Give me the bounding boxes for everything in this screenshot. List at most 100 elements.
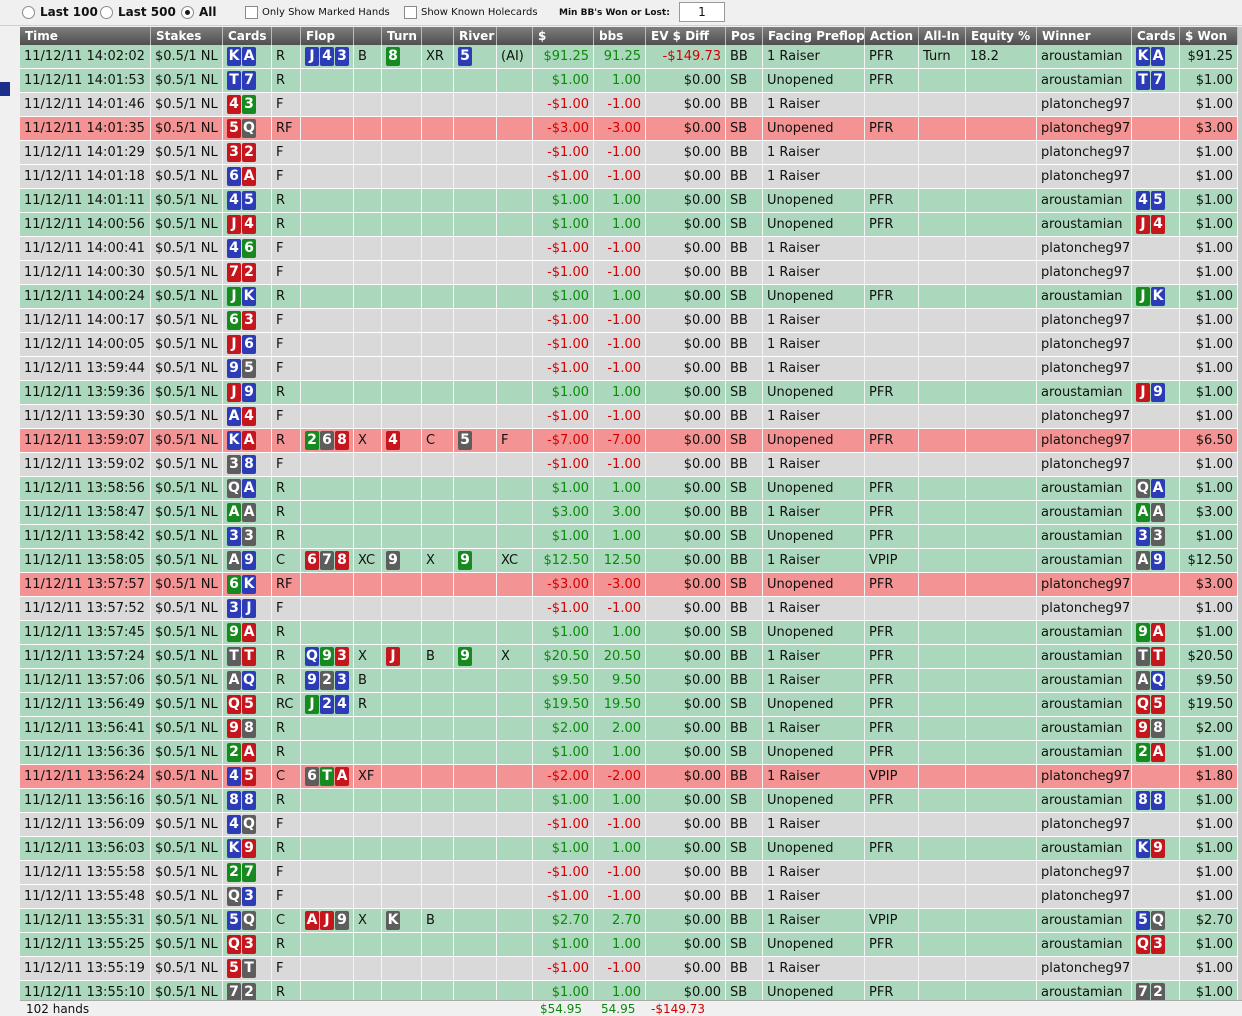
table-row[interactable]: 11/12/11 14:00:24 $0.5/1 NL J K R $1.00 1.00 $0… bbox=[20, 285, 1242, 309]
cell-facing-preflop: Unopened bbox=[763, 693, 865, 716]
playing-card: 3 bbox=[1151, 527, 1165, 546]
column-header-flop-cards[interactable]: Flop bbox=[301, 27, 354, 45]
table-row[interactable]: 11/12/11 13:56:49 $0.5/1 NL Q 5 RC J 2 4 R $19.50… bbox=[20, 693, 1242, 717]
column-header-turn-action[interactable] bbox=[422, 27, 454, 45]
table-row[interactable]: 11/12/11 13:56:41 $0.5/1 NL 9 8 R $2.00 2.00 $0… bbox=[20, 717, 1242, 741]
table-row[interactable]: 11/12/11 13:58:05 $0.5/1 NL A 9 C 6 7 8 XC 9 X 9 XC $… bbox=[20, 549, 1242, 573]
table-row[interactable]: 11/12/11 13:57:24 $0.5/1 NL T T R Q 9 3 X J B 9 X $20… bbox=[20, 645, 1242, 669]
table-row[interactable]: 11/12/11 14:00:30 $0.5/1 NL 7 2 F -$1.00 -1.00… bbox=[20, 261, 1242, 285]
cell-ev-diff: $0.00 bbox=[646, 957, 726, 980]
cell-preflop-action: C bbox=[272, 549, 301, 572]
column-header-facing-preflop[interactable]: Facing Preflop bbox=[763, 27, 865, 45]
column-header-bbs[interactable]: bbs bbox=[594, 27, 646, 45]
column-header-hole-cards[interactable]: Cards bbox=[223, 27, 272, 45]
cell-all-in bbox=[919, 357, 966, 380]
table-row[interactable]: 11/12/11 13:55:25 $0.5/1 NL Q 3 R $1.00 1.00 $0… bbox=[20, 933, 1242, 957]
table-row[interactable]: 11/12/11 14:01:18 $0.5/1 NL 6 A F -$1.00 -1.00… bbox=[20, 165, 1242, 189]
table-row[interactable]: 11/12/11 13:57:45 $0.5/1 NL 9 A R $1.00 1.00 $0… bbox=[20, 621, 1242, 645]
cell-action bbox=[865, 261, 919, 284]
table-row[interactable]: 11/12/11 14:02:02 $0.5/1 NL K A R J 4 3 B 8 XR 5 (AI… bbox=[20, 45, 1242, 69]
column-header-flop-action[interactable] bbox=[354, 27, 382, 45]
vertical-scrollbar[interactable] bbox=[1238, 27, 1242, 1000]
table-row[interactable]: 11/12/11 13:56:03 $0.5/1 NL K 9 R $1.00 1.00 $0… bbox=[20, 837, 1242, 861]
known-holecards-checkbox[interactable] bbox=[404, 6, 417, 19]
table-row[interactable]: 11/12/11 14:01:35 $0.5/1 NL 5 Q RF -$3.00 -3.0… bbox=[20, 117, 1242, 141]
playing-card: 7 bbox=[227, 263, 241, 282]
last-100-radio[interactable] bbox=[22, 6, 35, 19]
last-500-radio[interactable] bbox=[100, 6, 113, 19]
cell-hole-cards: 45 bbox=[223, 765, 272, 788]
table-row[interactable]: 11/12/11 14:01:11 $0.5/1 NL 4 5 R $1.00 1.00 $0… bbox=[20, 189, 1242, 213]
column-header-ev-diff[interactable]: EV $ Diff bbox=[646, 27, 726, 45]
cell-flop-cards bbox=[301, 93, 354, 116]
table-row[interactable]: 11/12/11 13:56:24 $0.5/1 NL 4 5 C 6 T A XF -$2.00… bbox=[20, 765, 1242, 789]
column-header-equity[interactable]: Equity % bbox=[966, 27, 1037, 45]
playing-card: 8 bbox=[1136, 791, 1150, 810]
column-header-all-in[interactable]: All-In bbox=[919, 27, 966, 45]
playing-card: 3 bbox=[242, 935, 256, 954]
column-header-turn-card[interactable]: Turn bbox=[382, 27, 422, 45]
column-header-river-action[interactable] bbox=[497, 27, 533, 45]
table-row[interactable]: 11/12/11 14:01:46 $0.5/1 NL 4 3 F -$1.00 -1.00… bbox=[20, 93, 1242, 117]
table-row[interactable]: 11/12/11 14:00:56 $0.5/1 NL J 4 R $1.00 1.00 $0… bbox=[20, 213, 1242, 237]
table-row[interactable]: 11/12/11 13:58:56 $0.5/1 NL Q A R $1.00 1.00 $0… bbox=[20, 477, 1242, 501]
column-header-winner[interactable]: Winner bbox=[1037, 27, 1132, 45]
cell-winner-cards: QA bbox=[1132, 477, 1180, 500]
table-row[interactable]: 11/12/11 13:55:58 $0.5/1 NL 2 7 F -$1.00 -1.00… bbox=[20, 861, 1242, 885]
column-header-usd-won[interactable]: $ Won bbox=[1180, 27, 1238, 45]
table-row[interactable]: 11/12/11 14:00:05 $0.5/1 NL J 6 F -$1.00 -1.00… bbox=[20, 333, 1242, 357]
playing-card: 6 bbox=[242, 335, 256, 354]
table-row[interactable]: 11/12/11 13:55:19 $0.5/1 NL 5 T F -$1.00 -1.00… bbox=[20, 957, 1242, 981]
column-header-preflop-action[interactable] bbox=[272, 27, 301, 45]
table-row[interactable]: 11/12/11 13:59:07 $0.5/1 NL K A R 2 6 8 X 4 C 5 F -$7… bbox=[20, 429, 1242, 453]
cell-equity bbox=[966, 285, 1037, 308]
column-header-position[interactable]: Pos bbox=[726, 27, 763, 45]
column-header-action[interactable]: Action bbox=[865, 27, 919, 45]
cell-all-in bbox=[919, 741, 966, 764]
table-row[interactable]: 11/12/11 13:55:48 $0.5/1 NL Q 3 F -$1.00 -1.00… bbox=[20, 885, 1242, 909]
table-row[interactable]: 11/12/11 14:00:41 $0.5/1 NL 4 6 F -$1.00 -1.00… bbox=[20, 237, 1242, 261]
table-row[interactable]: 11/12/11 13:56:16 $0.5/1 NL 8 8 R $1.00 1.00 $0… bbox=[20, 789, 1242, 813]
cell-turn-action bbox=[422, 621, 454, 644]
marked-hands-checkbox[interactable] bbox=[245, 6, 258, 19]
playing-card: A bbox=[242, 431, 256, 450]
cell-facing-preflop: Unopened bbox=[763, 621, 865, 644]
cell-river-card bbox=[454, 933, 497, 956]
table-row[interactable]: 11/12/11 13:59:30 $0.5/1 NL A 4 F -$1.00 -1.00… bbox=[20, 405, 1242, 429]
column-header-time[interactable]: Time bbox=[20, 27, 151, 45]
cell-winner: platoncheg97 bbox=[1037, 165, 1132, 188]
table-row[interactable]: 11/12/11 13:57:06 $0.5/1 NL A Q R 9 2 3 B $9.50 9.… bbox=[20, 669, 1242, 693]
table-row[interactable]: 11/12/11 14:01:53 $0.5/1 NL T 7 R $1.00 1.00 $0… bbox=[20, 69, 1242, 93]
table-row[interactable]: 11/12/11 14:01:29 $0.5/1 NL 3 2 F -$1.00 -1.00… bbox=[20, 141, 1242, 165]
cell-stakes: $0.5/1 NL bbox=[151, 861, 223, 884]
cell-turn-action bbox=[422, 165, 454, 188]
cell-usd-won: $19.50 bbox=[1180, 693, 1238, 716]
cell-flop-cards bbox=[301, 717, 354, 740]
table-row[interactable]: 11/12/11 13:59:02 $0.5/1 NL 3 8 F -$1.00 -1.00… bbox=[20, 453, 1242, 477]
table-row[interactable]: 11/12/11 13:55:31 $0.5/1 NL 5 Q C A J 9 X K B $2.70… bbox=[20, 909, 1242, 933]
table-row[interactable]: 11/12/11 13:57:57 $0.5/1 NL 6 K RF -$3.00 -3.0… bbox=[20, 573, 1242, 597]
all-radio[interactable] bbox=[181, 6, 194, 19]
cell-bbs: 91.25 bbox=[594, 45, 646, 68]
table-row[interactable]: 11/12/11 13:59:36 $0.5/1 NL J 9 R $1.00 1.00 $0… bbox=[20, 381, 1242, 405]
cell-ev-diff: $0.00 bbox=[646, 765, 726, 788]
column-header-usd[interactable]: $ bbox=[533, 27, 594, 45]
cell-turn-card bbox=[382, 957, 422, 980]
table-row[interactable]: 11/12/11 13:58:42 $0.5/1 NL 3 3 R $1.00 1.00 $0… bbox=[20, 525, 1242, 549]
table-row[interactable]: 11/12/11 13:59:44 $0.5/1 NL 9 5 F -$1.00 -1.00… bbox=[20, 357, 1242, 381]
column-header-winner-cards[interactable]: Cards bbox=[1132, 27, 1180, 45]
cell-stakes: $0.5/1 NL bbox=[151, 309, 223, 332]
column-header-river-card[interactable]: River bbox=[454, 27, 497, 45]
cell-usd-won: $1.00 bbox=[1180, 525, 1238, 548]
column-header-stakes[interactable]: Stakes bbox=[151, 27, 223, 45]
table-row[interactable]: 11/12/11 13:56:09 $0.5/1 NL 4 Q F -$1.00 -1.00… bbox=[20, 813, 1242, 837]
min-bb-input[interactable]: 1 bbox=[679, 2, 725, 22]
table-row[interactable]: 11/12/11 13:58:47 $0.5/1 NL A A R $3.00 3.00 $0… bbox=[20, 501, 1242, 525]
table-row[interactable]: 11/12/11 13:57:52 $0.5/1 NL 3 J F -$1.00 -1.00… bbox=[20, 597, 1242, 621]
cell-preflop-action: R bbox=[272, 429, 301, 452]
table-row[interactable]: 11/12/11 14:00:17 $0.5/1 NL 6 3 F -$1.00 -1.00… bbox=[20, 309, 1242, 333]
cell-flop-action: R bbox=[354, 693, 382, 716]
table-row[interactable]: 11/12/11 13:56:36 $0.5/1 NL 2 A R $1.00 1.00 $0… bbox=[20, 741, 1242, 765]
cell-all-in bbox=[919, 669, 966, 692]
cell-winner: aroustamian bbox=[1037, 621, 1132, 644]
